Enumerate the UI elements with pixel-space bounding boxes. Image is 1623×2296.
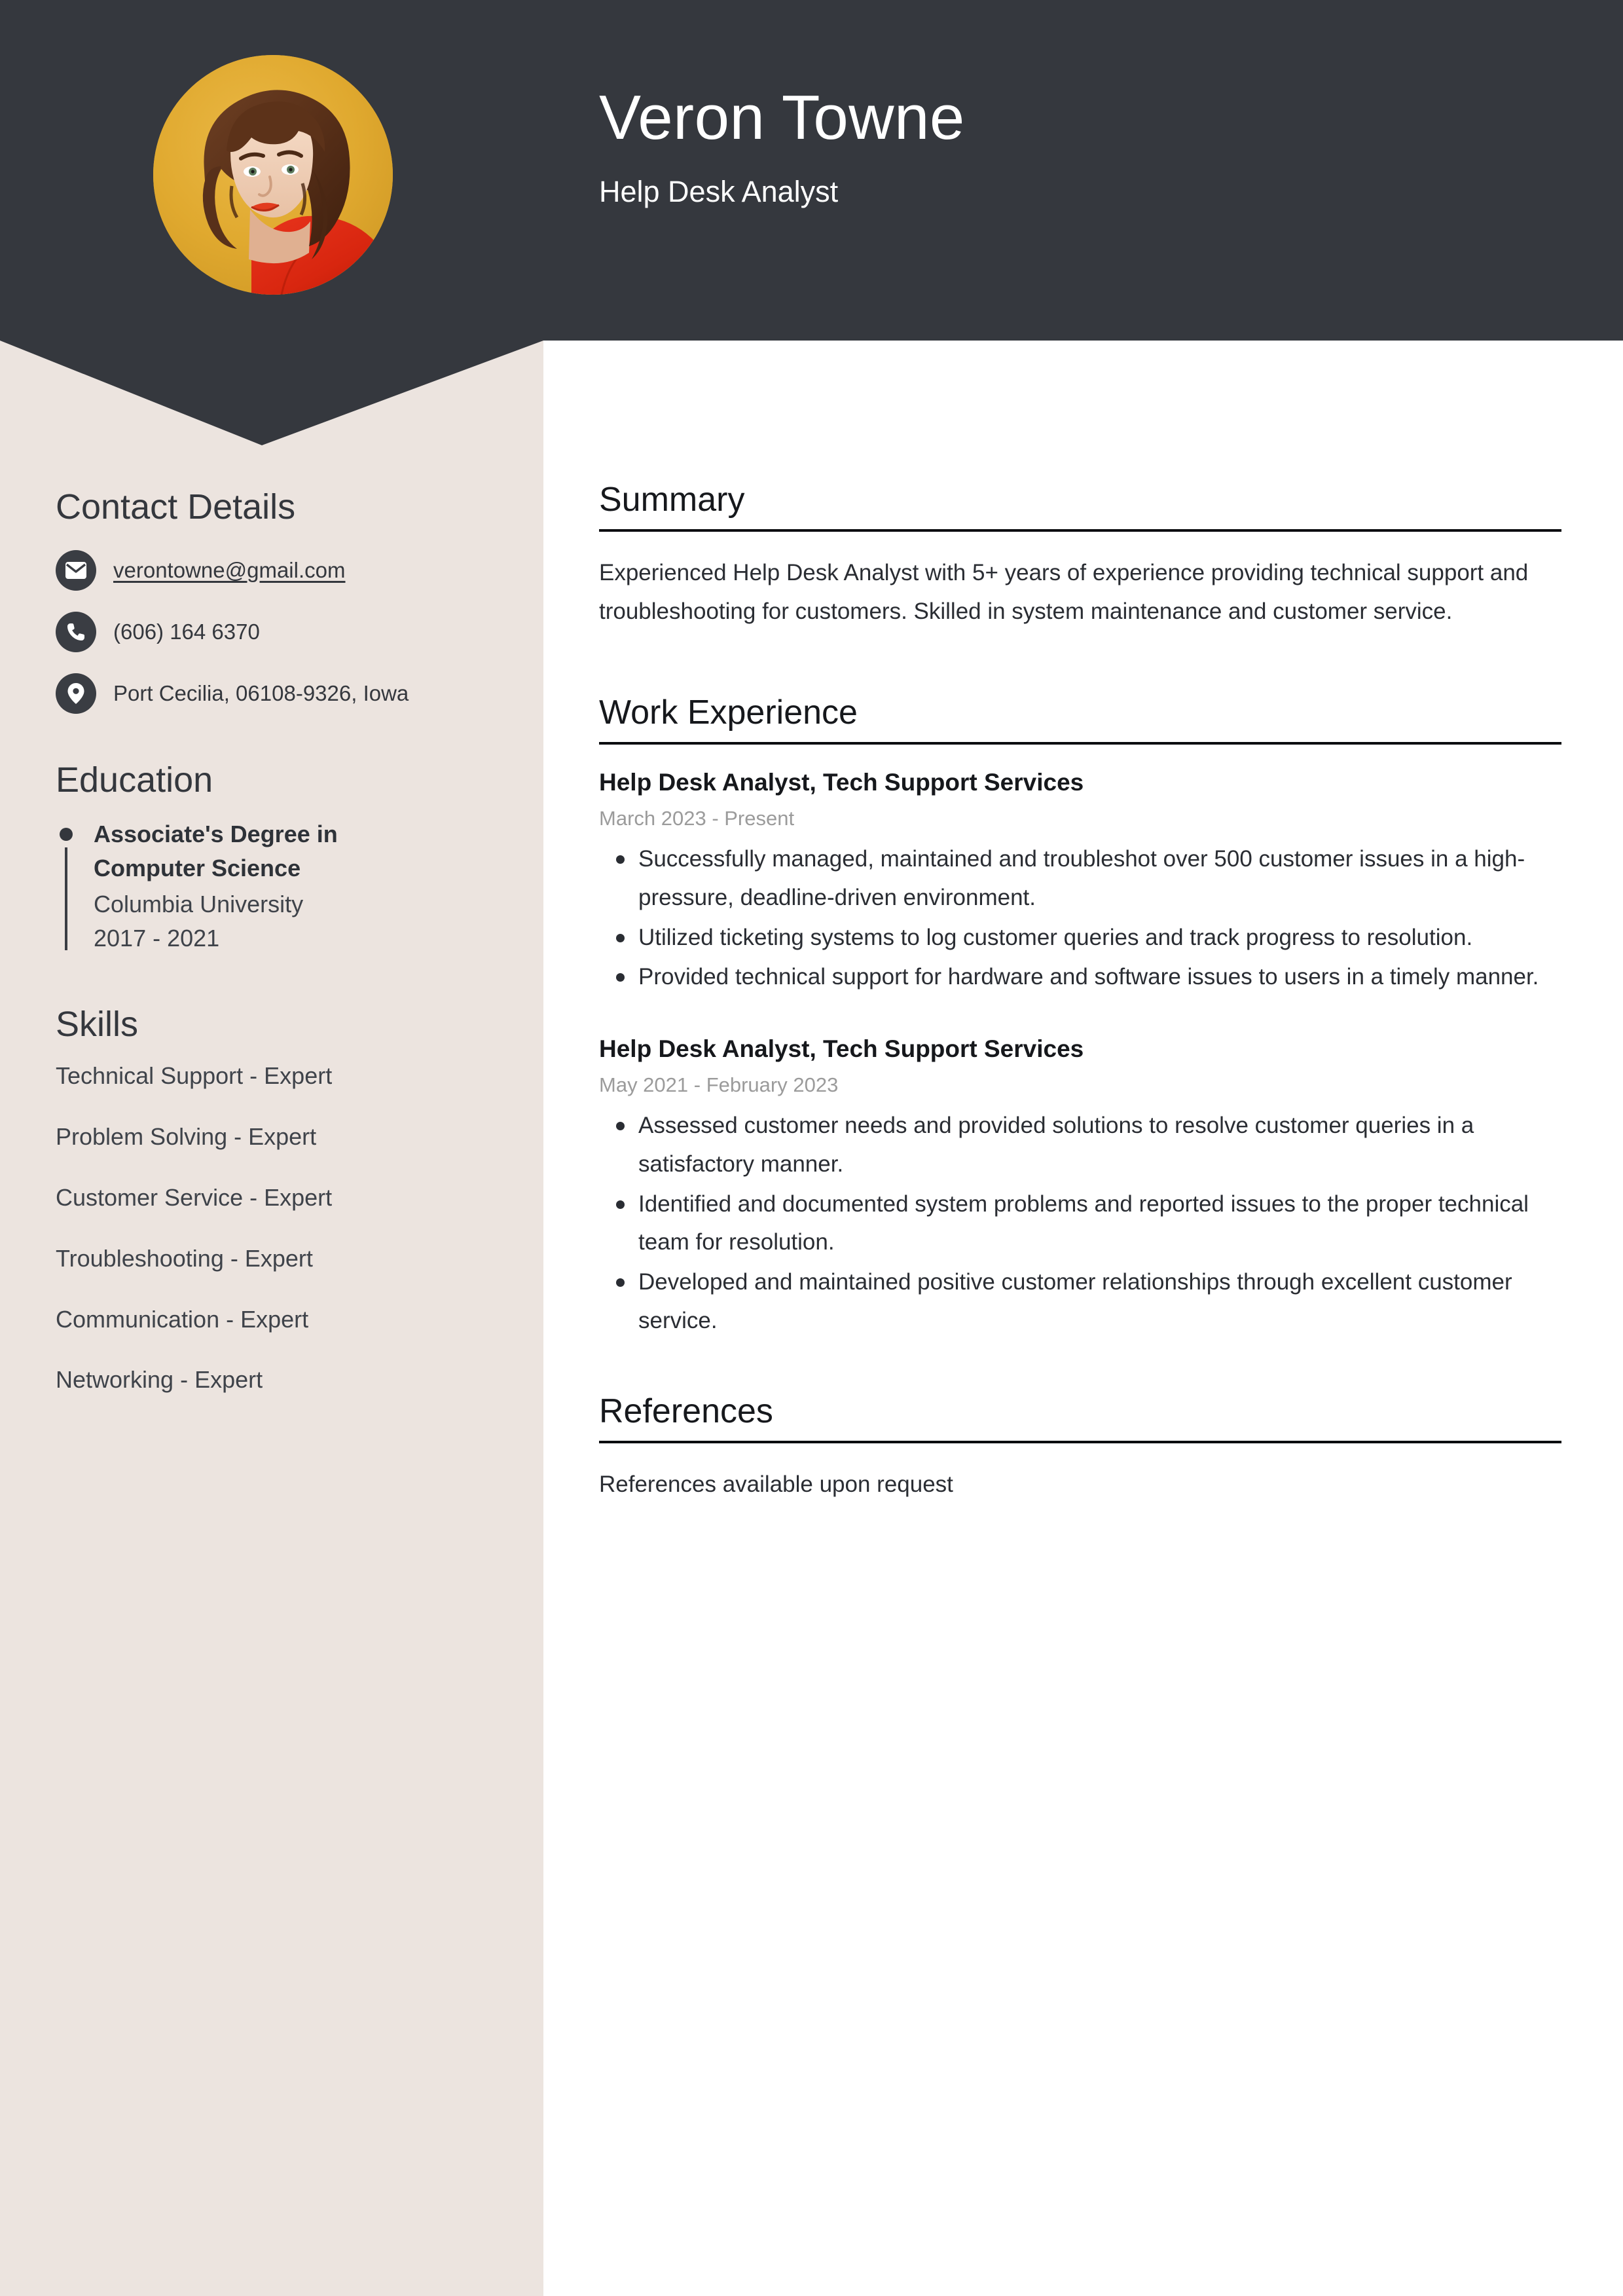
timeline-line — [65, 847, 67, 951]
job-bullet: Provided technical support for hardware … — [599, 958, 1561, 997]
education-degree: Associate's Degree in Computer Science — [94, 820, 338, 881]
main-content: Summary Experienced Help Desk Analyst wi… — [599, 481, 1561, 1504]
education-dates: 2017 - 2021 — [94, 925, 220, 952]
references-text: References available upon request — [599, 1472, 953, 1497]
skills-heading: Skills — [56, 1005, 139, 1045]
phone-icon — [56, 612, 96, 653]
job-bullet-list: Assessed customer needs and provided sol… — [599, 1107, 1561, 1341]
job-entry: Help Desk Analyst, Tech Support Services… — [599, 1033, 1561, 1341]
job-entry: Help Desk Analyst, Tech Support Services… — [599, 767, 1561, 997]
job-bullet: Utilized ticketing systems to log custom… — [599, 919, 1561, 957]
contact-item-location[interactable]: Port Cecilia, 06108-9326, Iowa — [56, 673, 504, 714]
education-section: Education Associate's Degree in Computer… — [56, 760, 504, 955]
contact-list: verontowne@gmail.com (606) 164 6370 Port… — [56, 550, 504, 714]
education-school: Columbia University — [94, 891, 304, 918]
contact-item-email[interactable]: verontowne@gmail.com — [56, 550, 504, 591]
skills-list: Technical Support - Expert Problem Solvi… — [56, 1061, 504, 1396]
references-heading: References — [599, 1392, 1561, 1443]
education-heading: Education — [56, 760, 213, 800]
resume-page: Veron Towne Help Desk Analyst Contact De… — [0, 0, 1623, 2296]
job-bullet: Successfully managed, maintained and tro… — [599, 840, 1561, 917]
references-section: References References available upon req… — [599, 1392, 1561, 1504]
page-title: Veron Towne — [599, 83, 965, 153]
skill-item: Networking - Expert — [56, 1366, 263, 1394]
work-experience-section: Work Experience Help Desk Analyst, Tech … — [599, 694, 1561, 1341]
job-title: Help Desk Analyst, Tech Support Services — [599, 1035, 1084, 1063]
contact-details-section: Contact Details verontowne@gmail.com (60… — [56, 487, 504, 714]
header-text-block: Veron Towne Help Desk Analyst — [599, 83, 965, 209]
contact-email-value[interactable]: verontowne@gmail.com — [113, 557, 345, 585]
skill-item: Communication - Expert — [56, 1305, 309, 1333]
job-bullet: Identified and documented system problem… — [599, 1185, 1561, 1263]
education-item: Associate's Degree in Computer Science C… — [56, 817, 504, 955]
bullet-dot-icon — [60, 827, 73, 841]
work-experience-heading: Work Experience — [599, 694, 1561, 745]
contact-item-phone[interactable]: (606) 164 6370 — [56, 612, 504, 653]
summary-heading: Summary — [599, 481, 1561, 532]
job-title: Help Desk Analyst, Tech Support Services — [599, 768, 1084, 796]
avatar — [153, 55, 393, 295]
skill-item: Troubleshooting - Expert — [56, 1244, 313, 1272]
skills-section: Skills Technical Support - Expert Proble… — [56, 1005, 504, 1396]
job-dates: March 2023 - Present — [599, 807, 795, 830]
job-bullet: Developed and maintained positive custom… — [599, 1263, 1561, 1341]
header-job-title: Help Desk Analyst — [599, 174, 839, 208]
skill-item: Customer Service - Expert — [56, 1184, 333, 1212]
contact-details-heading: Contact Details — [56, 487, 296, 527]
summary-text: Experienced Help Desk Analyst with 5+ ye… — [599, 560, 1529, 624]
envelope-icon — [56, 550, 96, 591]
sidebar: Contact Details verontowne@gmail.com (60… — [0, 445, 543, 1426]
job-dates: May 2021 - February 2023 — [599, 1073, 839, 1097]
summary-section: Summary Experienced Help Desk Analyst wi… — [599, 481, 1561, 631]
contact-phone-value[interactable]: (606) 164 6370 — [113, 618, 260, 646]
skill-item: Technical Support - Expert — [56, 1062, 333, 1090]
location-pin-icon — [56, 673, 96, 714]
contact-location-value[interactable]: Port Cecilia, 06108-9326, Iowa — [113, 680, 409, 708]
job-bullet: Assessed customer needs and provided sol… — [599, 1107, 1561, 1184]
job-bullet-list: Successfully managed, maintained and tro… — [599, 840, 1561, 997]
skill-item: Problem Solving - Expert — [56, 1123, 317, 1151]
